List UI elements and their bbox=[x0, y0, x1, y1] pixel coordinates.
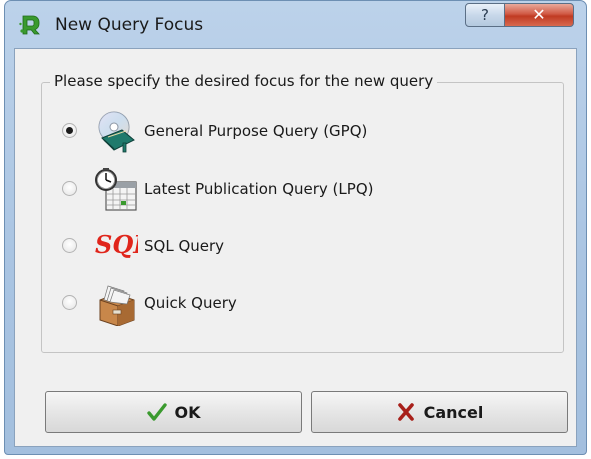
cd-book-icon bbox=[98, 111, 135, 153]
dialog-window: New Query Focus ? ✕ Please specify the d… bbox=[4, 0, 587, 455]
clock-calendar-icon bbox=[95, 168, 137, 211]
dialog-body: Please specify the desired focus for the… bbox=[14, 48, 577, 447]
app-logo-icon bbox=[19, 15, 40, 35]
sql-icon-text: SQL bbox=[95, 230, 138, 259]
radio-quick[interactable] bbox=[62, 295, 77, 310]
option-quick[interactable]: Quick Query bbox=[62, 282, 502, 326]
option-label-gpq: General Purpose Query (GPQ) bbox=[144, 122, 368, 140]
option-sql[interactable]: SQL SQL Query bbox=[62, 225, 502, 269]
option-gpq[interactable]: General Purpose Query (GPQ) bbox=[62, 110, 502, 154]
title-bar[interactable]: New Query Focus ? ✕ bbox=[5, 1, 586, 47]
option-label-lpq: Latest Publication Query (LPQ) bbox=[144, 180, 374, 198]
radio-gpq[interactable] bbox=[62, 123, 77, 138]
cancel-button[interactable]: Cancel bbox=[311, 391, 568, 433]
radio-lpq[interactable] bbox=[62, 181, 77, 196]
ok-label: OK bbox=[174, 402, 201, 422]
option-lpq[interactable]: Latest Publication Query (LPQ) bbox=[62, 168, 502, 212]
close-button[interactable]: ✕ bbox=[504, 3, 574, 27]
help-icon: ? bbox=[481, 6, 489, 24]
window-title: New Query Focus bbox=[55, 15, 204, 35]
ok-button[interactable]: OK bbox=[45, 391, 302, 433]
sql-icon: SQL bbox=[95, 230, 138, 259]
file-box-icon bbox=[99, 285, 135, 326]
checkmark-icon bbox=[146, 403, 167, 421]
radio-sql[interactable] bbox=[62, 238, 77, 253]
close-icon: ✕ bbox=[532, 5, 546, 24]
cancel-label: Cancel bbox=[423, 402, 484, 422]
cancel-x-icon bbox=[397, 403, 414, 421]
option-label-quick: Quick Query bbox=[144, 294, 237, 312]
group-legend: Please specify the desired focus for the… bbox=[50, 72, 438, 90]
focus-groupbox: Please specify the desired focus for the… bbox=[41, 72, 564, 353]
option-label-sql: SQL Query bbox=[144, 237, 225, 255]
help-button[interactable]: ? bbox=[465, 3, 505, 27]
